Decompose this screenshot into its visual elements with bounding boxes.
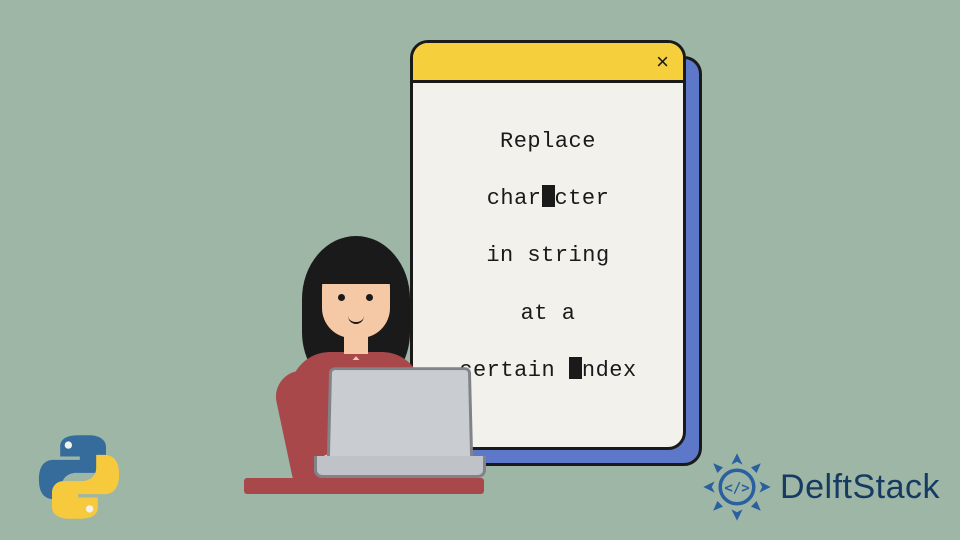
laptop-base	[314, 456, 486, 478]
hair-bangs	[314, 246, 398, 284]
svg-text:</>: </>	[724, 481, 749, 497]
laptop-illustration	[320, 366, 480, 486]
eye-left	[338, 294, 345, 301]
eye-right	[366, 294, 373, 301]
python-logo-icon	[34, 432, 124, 522]
laptop-screen	[327, 367, 473, 460]
delftstack-wordmark: DelftStack	[780, 468, 940, 507]
cursor-block-icon	[569, 357, 582, 379]
cursor-block-icon	[542, 185, 555, 207]
window-titlebar: ×	[413, 43, 683, 83]
text-line-1: Replace	[433, 113, 663, 170]
desk	[244, 478, 484, 494]
delftstack-mark-icon: </>	[702, 452, 772, 522]
text-line-2: charcter	[433, 170, 663, 227]
close-icon[interactable]: ×	[656, 51, 669, 73]
delftstack-logo: </> DelftStack	[702, 452, 940, 522]
